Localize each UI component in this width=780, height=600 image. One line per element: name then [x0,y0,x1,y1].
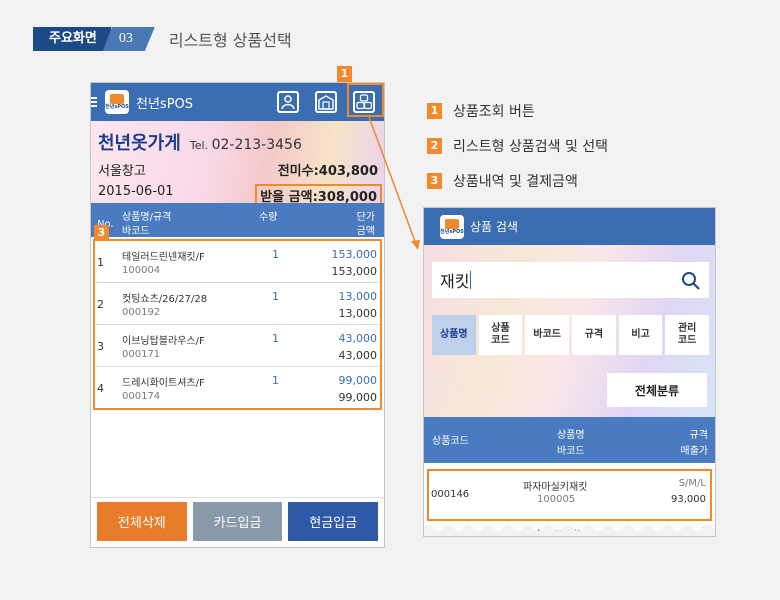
unpaid-label: 전미수: [277,164,319,179]
text-caret [470,271,472,289]
search-icon[interactable] [681,271,701,291]
delete-all-button[interactable]: 전체삭제 [97,502,187,541]
product-search-screen: 천년sPOS 상품 검색 재킷 상품명 상품 코드 바코드 규격 비고 관리 코… [423,207,716,537]
legend-item: 2 리스트형 상품검색 및 선택 [427,137,608,155]
col-code: 상품코드 [432,436,469,447]
menu-icon[interactable] [91,97,99,107]
highlight-box-1 [347,83,384,117]
torn-edge [424,525,715,536]
page-title: 리스트형 상품선택 [168,31,292,50]
marker-1: 1 [337,66,352,82]
tab-manage-code[interactable]: 관리 코드 [665,315,710,355]
legend: 1 상품조회 버튼 2 리스트형 상품검색 및 선택 3 상품내역 및 결제금액 [427,102,608,207]
payment-buttons: 전체삭제 카드입금 현금입금 [91,497,384,547]
search-field-tabs: 상품명 상품 코드 바코드 규격 비고 관리 코드 [432,315,710,355]
legend-item: 3 상품내역 및 결제금액 [427,172,608,190]
screen-title: 상품 검색 [470,220,518,234]
col-name: 상품명/규격 [122,212,172,223]
page-header: 주요화면 03 리스트형 상품선택 [33,27,292,51]
card-payment-button[interactable]: 카드입금 [192,502,283,541]
col-price: 매출가 [680,446,708,457]
app-logo: 천년sPOS [105,90,129,114]
highlight-box-3 [93,239,382,410]
warehouse-name: 서울창고 [98,164,146,179]
shop-tel: 02-213-3456 [211,137,302,153]
tel-label: Tel. [189,139,209,152]
result-table-header: 상품코드 상품명 바코드 규격 매출가 [424,417,715,463]
tab-product-name[interactable]: 상품명 [432,315,476,355]
tab-note[interactable]: 비고 [618,315,663,355]
result-list: 000146 파자마실키재킷 100005 S/M/L 93,000 [424,463,715,523]
shop-info: 천년옷가게 Tel. 02-213-3456 서울창고 전미수:403,800 … [91,121,384,207]
col-barcode: 바코드 [557,446,585,457]
col-qty: 수량 [259,212,278,223]
app-bar: 천년sPOS 상품 검색 [424,208,715,245]
tab-spec[interactable]: 규격 [572,315,616,355]
search-value: 재킷 [440,272,470,291]
marker-3: 3 [94,225,109,241]
col-barcode: 바코드 [122,226,150,237]
all-category-button[interactable]: 전체분류 [607,373,707,407]
legend-item: 1 상품조회 버튼 [427,102,608,120]
customer-icon [281,95,295,110]
section-label: 주요화면 [33,27,111,51]
search-panel: 재킷 상품명 상품 코드 바코드 규격 비고 관리 코드 전체분류 [424,245,715,417]
unpaid-amount: 403,800 [318,164,378,179]
shop-name: 천년옷가게 [98,133,181,154]
col-spec: 규격 [689,430,708,441]
app-title: 천년sPOS [136,96,194,112]
col-unit-price: 단가 [356,212,375,223]
warehouse-icon [318,95,334,110]
tab-product-code[interactable]: 상품 코드 [478,315,523,355]
table-row[interactable]: 000146 파자마실키재킷 100005 S/M/L 93,000 [429,471,710,519]
customer-button[interactable] [277,91,299,113]
col-name: 상품명 [557,430,585,441]
order-table-header: No. 상품명/규격 바코드 수량 단가 금액 [91,203,384,237]
search-input[interactable]: 재킷 [432,262,709,298]
cash-payment-button[interactable]: 현금입금 [288,502,379,541]
tab-barcode[interactable]: 바코드 [525,315,570,355]
app-logo: 천년sPOS [440,214,464,239]
section-number: 03 [103,27,155,51]
app-bar: 천년sPOS 천년sPOS [91,83,384,121]
warehouse-button[interactable] [315,91,337,113]
col-amount: 금액 [356,226,375,237]
